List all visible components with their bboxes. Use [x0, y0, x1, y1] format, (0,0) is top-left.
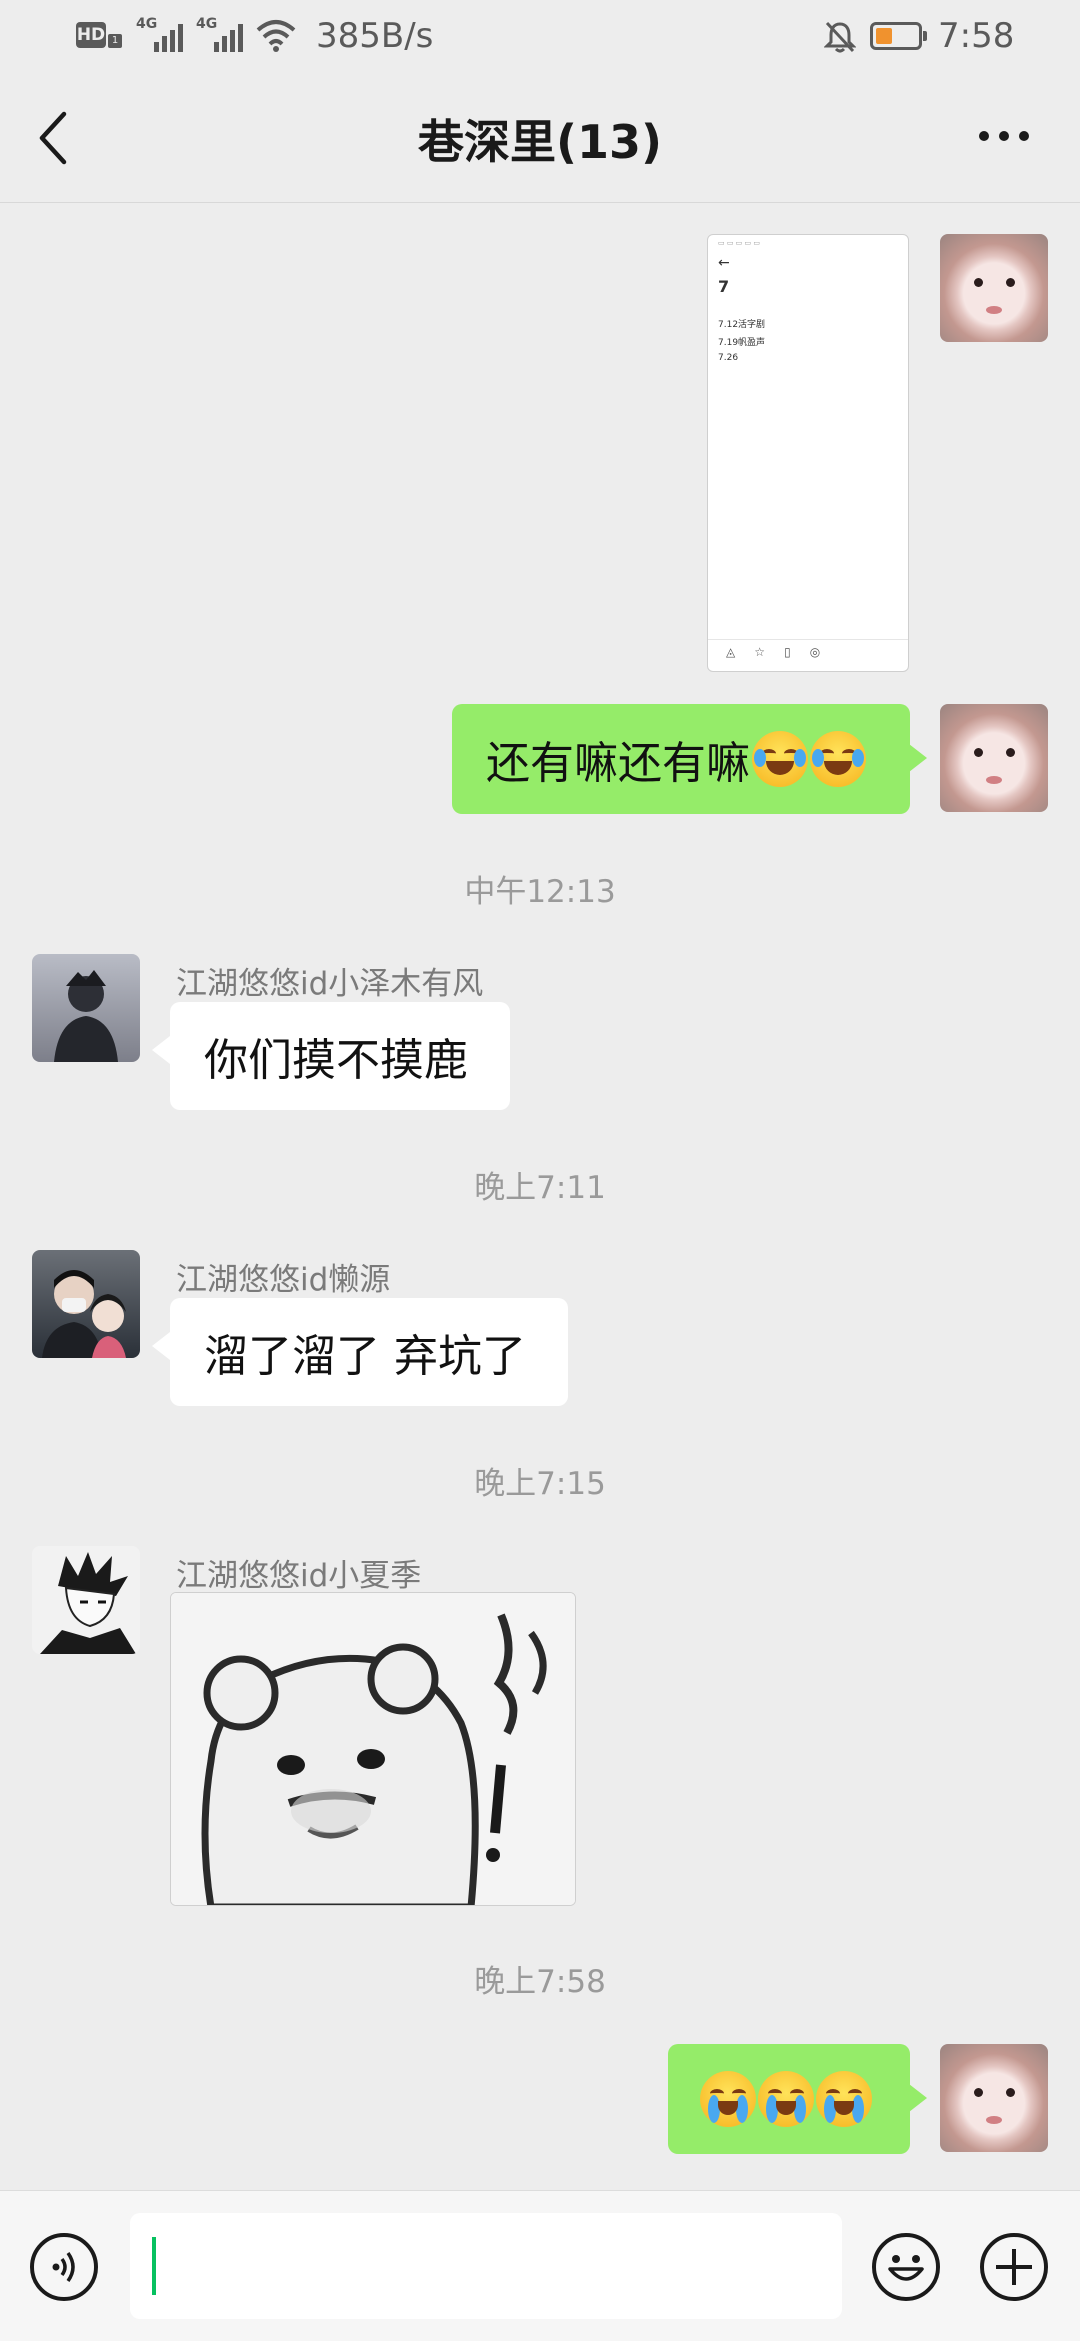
sticker-message[interactable]: [170, 1592, 576, 1906]
loudly-crying-emoji-icon: [816, 2071, 872, 2127]
sender-name: 江湖悠悠id小泽木有风: [176, 966, 484, 1002]
bubble-tail: [152, 1036, 170, 1064]
message-bubble-incoming[interactable]: 你们摸不摸鹿: [170, 1002, 510, 1110]
bear-meme-sticker-icon: [171, 1593, 575, 1905]
chat-title: 巷深里(13): [417, 115, 663, 169]
smiley-icon: [888, 2255, 924, 2281]
more-dots-icon[interactable]: [976, 128, 1032, 144]
battery-icon: [870, 22, 927, 50]
timestamp: 晚上7:58: [474, 1964, 606, 2000]
message-bubble-outgoing[interactable]: 还有嘛还有嘛: [452, 704, 910, 814]
hd-icon: HD: [76, 22, 106, 48]
sender-name: 江湖悠悠id小夏季: [176, 1558, 422, 1594]
sender-name: 江湖悠悠id懒源: [176, 1262, 391, 1298]
message-input[interactable]: [130, 2213, 842, 2319]
my-avatar[interactable]: [940, 2044, 1048, 2152]
image-message[interactable]: ▭ ▭ ▭ ▭ ▭ ← 7 7.12活字剧 7.19帆盈声 7.26 ◬ ☆ ▯…: [707, 234, 909, 672]
message-bubble-incoming[interactable]: 溜了溜了 弃坑了: [170, 1298, 568, 1406]
message-text: 还有嘛还有嘛: [486, 738, 750, 789]
message-bubble-outgoing[interactable]: [668, 2044, 910, 2154]
signal-icon-2: 4G: [196, 16, 252, 52]
sender-avatar[interactable]: [32, 1250, 140, 1358]
mute-bell-icon: [824, 21, 856, 53]
plus-button[interactable]: [980, 2233, 1048, 2301]
my-avatar[interactable]: [940, 234, 1048, 342]
couple-photo-icon: [42, 1270, 126, 1358]
timestamp: 中午12:13: [464, 874, 616, 910]
loudly-crying-emoji-icon: [700, 2071, 756, 2127]
bubble-tail: [909, 2084, 927, 2112]
status-bar: HD 1 4G 4G 385B/s 7:58: [0, 0, 1080, 72]
person-silhouette-icon: [54, 970, 118, 1062]
tears-of-joy-emoji-icon: [810, 731, 866, 787]
clock: 7:58: [938, 16, 1015, 56]
voice-button[interactable]: [30, 2233, 98, 2301]
sim-index-icon: 1: [108, 34, 122, 48]
message-text: 溜了溜了 弃坑了: [204, 1331, 526, 1382]
loudly-crying-emoji-icon: [758, 2071, 814, 2127]
bubble-tail: [909, 744, 927, 772]
my-avatar[interactable]: [940, 704, 1048, 812]
sender-avatar[interactable]: [32, 1546, 140, 1654]
input-bar: [0, 2190, 1080, 2341]
chat-header: 巷深里(13): [0, 72, 1080, 203]
wifi-icon: [256, 20, 296, 52]
sender-avatar[interactable]: [32, 954, 140, 1062]
network-speed: 385B/s: [316, 16, 434, 56]
tears-of-joy-emoji-icon: [752, 731, 808, 787]
bubble-tail: [152, 1332, 170, 1360]
plus-icon: [996, 2249, 1032, 2285]
voice-icon: [52, 2251, 75, 2283]
timestamp: 晚上7:15: [474, 1466, 606, 1502]
text-cursor: [152, 2237, 156, 2295]
emoji-button[interactable]: [872, 2233, 940, 2301]
message-text: 你们摸不摸鹿: [204, 1035, 468, 1086]
signal-icon: 4G: [136, 16, 192, 52]
timestamp: 晚上7:11: [474, 1170, 606, 1206]
manga-character-icon: [40, 1552, 136, 1654]
